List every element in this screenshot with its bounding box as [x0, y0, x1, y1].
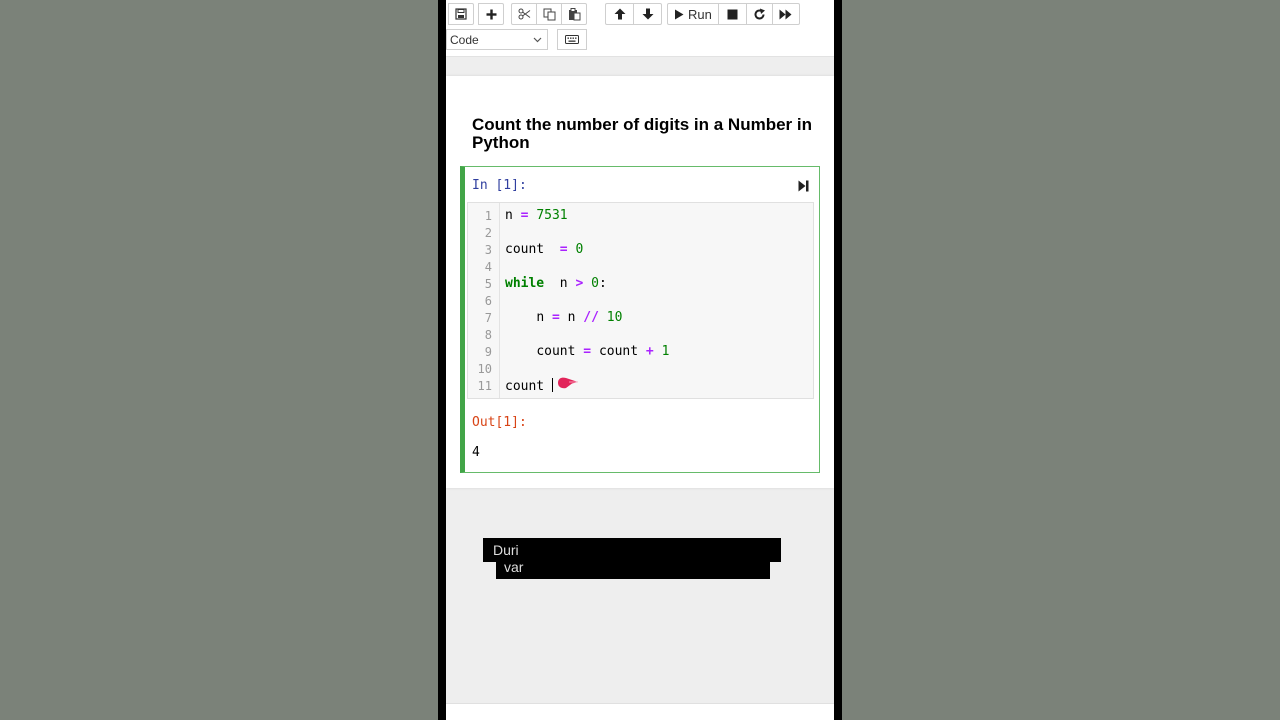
toolbar-group-move	[605, 3, 662, 27]
line-number: 8	[484, 328, 492, 342]
run-icon	[675, 9, 684, 19]
notebook-heading: Count the number of digits in a Number i…	[472, 115, 812, 152]
code-editor[interactable]: 1 2 3 4 5 6 7 8 9 10 11 n = 7531 count =…	[467, 202, 814, 399]
skip-to-end-icon[interactable]	[798, 180, 809, 192]
code-line: count = count + 1	[536, 344, 670, 359]
copy-icon	[543, 8, 555, 20]
line-number: 3	[484, 243, 492, 257]
toolbar-group-file	[448, 3, 474, 27]
pen-pointer-icon	[558, 377, 578, 389]
notebook-container: Count the number of digits in a Number i…	[446, 76, 834, 488]
keyboard-icon	[565, 35, 579, 44]
caption-text-2: var	[504, 562, 524, 575]
insert-cell-button[interactable]	[478, 3, 504, 25]
move-up-button[interactable]	[605, 3, 634, 25]
line-number: 11	[477, 379, 492, 393]
toolbar-group-insert	[478, 3, 504, 27]
toolbar: Run Code	[446, 0, 834, 57]
line-number: 7	[484, 311, 492, 325]
line-number: 5	[484, 277, 492, 291]
line-number-gutter: 1 2 3 4 5 6 7 8 9 10 11	[468, 203, 500, 398]
chevron-down-icon	[533, 37, 542, 43]
plus-icon	[486, 9, 496, 19]
output-prompt: Out[1]:	[472, 415, 527, 430]
video-caption-line-1: Duri	[483, 538, 781, 562]
notebook-screen: Run Code Count the number of digits in a…	[446, 0, 834, 720]
save-icon	[455, 8, 467, 20]
line-number: 1	[484, 209, 492, 223]
restart-button[interactable]	[745, 3, 773, 25]
run-button[interactable]: Run	[667, 3, 719, 25]
save-button[interactable]	[448, 3, 474, 25]
bottom-navigation-bar	[446, 703, 834, 720]
stop-icon	[727, 9, 738, 19]
line-number: 6	[484, 294, 492, 308]
cell-output: 4	[472, 445, 480, 460]
code-line: count = 0	[505, 242, 584, 257]
copy-button[interactable]	[536, 3, 562, 25]
cut-icon	[518, 8, 530, 20]
line-number: 4	[484, 260, 492, 274]
line-number: 9	[484, 345, 492, 359]
toolbar-group-edit	[511, 3, 587, 27]
line-number: 10	[477, 362, 492, 376]
video-caption-line-2: var	[496, 562, 770, 579]
command-palette-button[interactable]	[557, 29, 587, 50]
cell-type-value: Code	[450, 32, 479, 47]
code-line: n = n // 10	[536, 310, 623, 325]
restart-run-all-button[interactable]	[771, 3, 800, 25]
fast-forward-icon	[779, 9, 792, 19]
caption-text-1: Duri	[493, 542, 519, 558]
arrow-down-icon	[642, 8, 653, 20]
interrupt-button[interactable]	[717, 3, 747, 25]
toolbar-group-run: Run	[667, 3, 800, 27]
run-button-label: Run	[688, 6, 712, 22]
code-line: n = 7531	[505, 208, 568, 223]
move-down-button[interactable]	[633, 3, 662, 25]
input-prompt: In [1]:	[472, 178, 527, 193]
line-number: 2	[484, 226, 492, 240]
paste-icon	[568, 7, 580, 20]
code-line: count	[505, 378, 553, 394]
restart-icon	[754, 8, 765, 19]
cell-type-select[interactable]: Code	[446, 29, 548, 50]
code-cell[interactable]: In [1]: 1 2 3 4 5 6 7 8 9 10 11 n = 7531	[460, 166, 820, 473]
text-cursor	[551, 378, 553, 392]
arrow-up-icon	[614, 8, 625, 20]
paste-button[interactable]	[561, 3, 587, 25]
cut-button[interactable]	[511, 3, 537, 25]
code-line: while n > 0:	[505, 276, 607, 291]
